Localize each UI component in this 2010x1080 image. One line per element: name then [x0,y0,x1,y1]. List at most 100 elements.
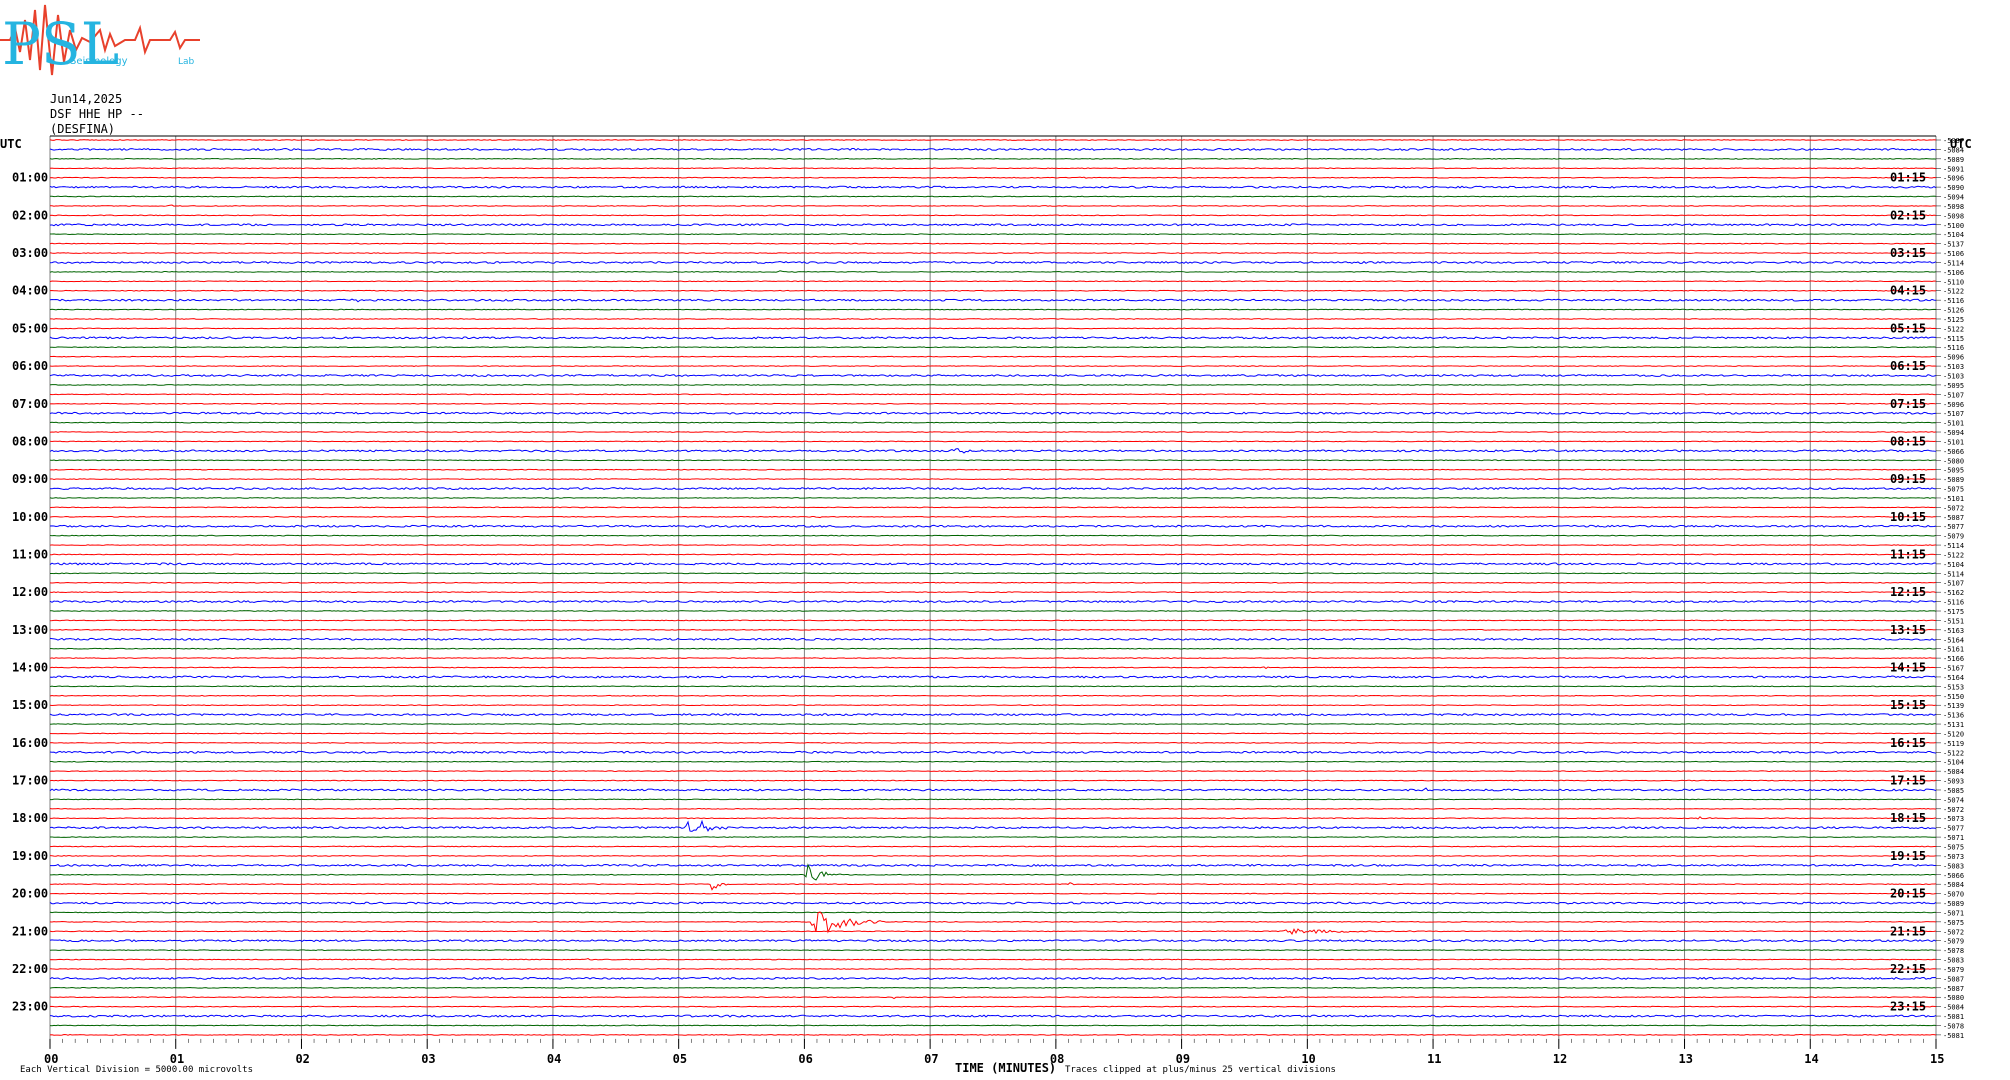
hour-label-right: 16:15 [1890,736,1926,750]
trace-row [49,675,1937,679]
trace-row [49,260,1937,264]
hour-label-right: 05:15 [1890,321,1926,335]
hour-label-right: 17:15 [1890,774,1926,788]
right-value-label: -5072 [1943,806,1964,814]
hour-label-left: 14:00 [12,661,48,675]
trace-row [49,957,1937,961]
x-tick-label: 07 [924,1052,938,1066]
trace-row [49,704,1937,707]
trace-row [49,544,1937,546]
hour-label-left: 11:00 [12,547,48,561]
right-value-label: -5096 [1943,175,1964,183]
hour-label-right: 03:15 [1890,246,1926,260]
right-value-label: -5104 [1943,231,1964,239]
right-value-label: -5066 [1943,872,1964,880]
right-value-label: -5139 [1943,702,1964,710]
trace-row [49,214,1937,217]
hour-label-right: 09:15 [1890,472,1926,486]
hour-label-right: 19:15 [1890,849,1926,863]
hour-label-left: 22:00 [12,962,48,976]
trace-row [49,779,1937,782]
hour-label-right: 15:15 [1890,698,1926,712]
trace-row [49,647,1937,650]
trace-row [49,628,1937,631]
right-value-label: -5131 [1943,721,1964,729]
right-value-label: -5116 [1943,599,1964,607]
right-value-label: -5110 [1943,278,1964,286]
trace-row [49,581,1937,584]
right-value-label: -5114 [1943,570,1964,578]
right-value-label: -5073 [1943,853,1964,861]
trace-row [49,911,1937,914]
right-value-label: -5073 [1943,815,1964,823]
right-value-label: -5098 [1943,212,1964,220]
trace-row [49,863,1936,867]
hour-label-right: 02:15 [1890,208,1926,222]
hour-label-left: 07:00 [12,397,48,411]
trace-row [49,468,1937,471]
trace-row [49,723,1937,725]
trace-row [49,1024,1937,1027]
hour-label-right: 11:15 [1890,547,1926,561]
right-value-label: -5125 [1943,316,1964,324]
x-tick-label: 14 [1804,1052,1818,1066]
right-value-label: -5122 [1943,325,1964,333]
right-value-label: -5101 [1943,495,1964,503]
x-tick-label: 10 [1301,1052,1315,1066]
right-value-label: -5164 [1943,674,1964,682]
trace-row [49,816,1937,820]
right-value-label: -5087 [1943,985,1964,993]
right-value-label: -5104 [1943,561,1964,569]
right-value-label: -5077 [1943,825,1964,833]
right-value-label: -5095 [1943,467,1964,475]
trace-row [49,911,1937,934]
trace-row [49,421,1937,424]
trace-row [49,308,1937,311]
trace-row [49,204,1937,207]
hour-label-left: 21:00 [12,924,48,938]
trace-row [49,431,1937,433]
right-value-label: -5075 [1943,919,1964,927]
hour-label-right: 07:15 [1890,397,1926,411]
right-value-label: -5081 [1943,1013,1964,1021]
trace-row [49,147,1937,151]
right-value-label: -5096 [1943,354,1964,362]
trace-row [49,252,1937,254]
right-value-label: -5080 [1943,457,1964,465]
right-value-label: -5077 [1943,523,1964,531]
trace-row [49,901,1937,905]
hour-label-left: 03:00 [12,246,48,260]
x-tick-label: 03 [421,1052,435,1066]
trace-row [49,402,1937,405]
right-value-label: -5162 [1943,589,1964,597]
trace-row [49,459,1937,462]
right-value-label: -5166 [1943,655,1964,663]
trace-row [49,787,1937,792]
right-value-label: -5122 [1943,749,1964,757]
trace-row [49,892,1937,895]
trace-row [49,373,1937,377]
right-value-label: -5167 [1943,665,1964,673]
hour-label-right: 08:15 [1890,434,1926,448]
right-value-label: -5101 [1943,438,1964,446]
right-value-label: -5072 [1943,928,1964,936]
right-value-label: -5119 [1943,740,1964,748]
x-tick-label: 04 [547,1052,561,1066]
right-value-label: -5122 [1943,551,1964,559]
right-value-label: -5084 [1943,768,1964,776]
trace-row [49,591,1937,594]
hour-label-left: 18:00 [12,811,48,825]
trace-row [49,928,1937,935]
right-value-label: -5106 [1943,250,1964,258]
trace-row [49,280,1937,283]
right-value-label: -5100 [1943,222,1964,230]
right-value-label: -5103 [1943,363,1964,371]
trace-row [49,996,1937,1000]
trace-row [49,939,1937,943]
right-value-label: -5085 [1943,787,1964,795]
trace-row [49,195,1937,198]
trace-row [49,742,1937,744]
trace-row [49,760,1937,763]
trace-row [49,393,1937,396]
right-value-label: -5116 [1943,297,1964,305]
